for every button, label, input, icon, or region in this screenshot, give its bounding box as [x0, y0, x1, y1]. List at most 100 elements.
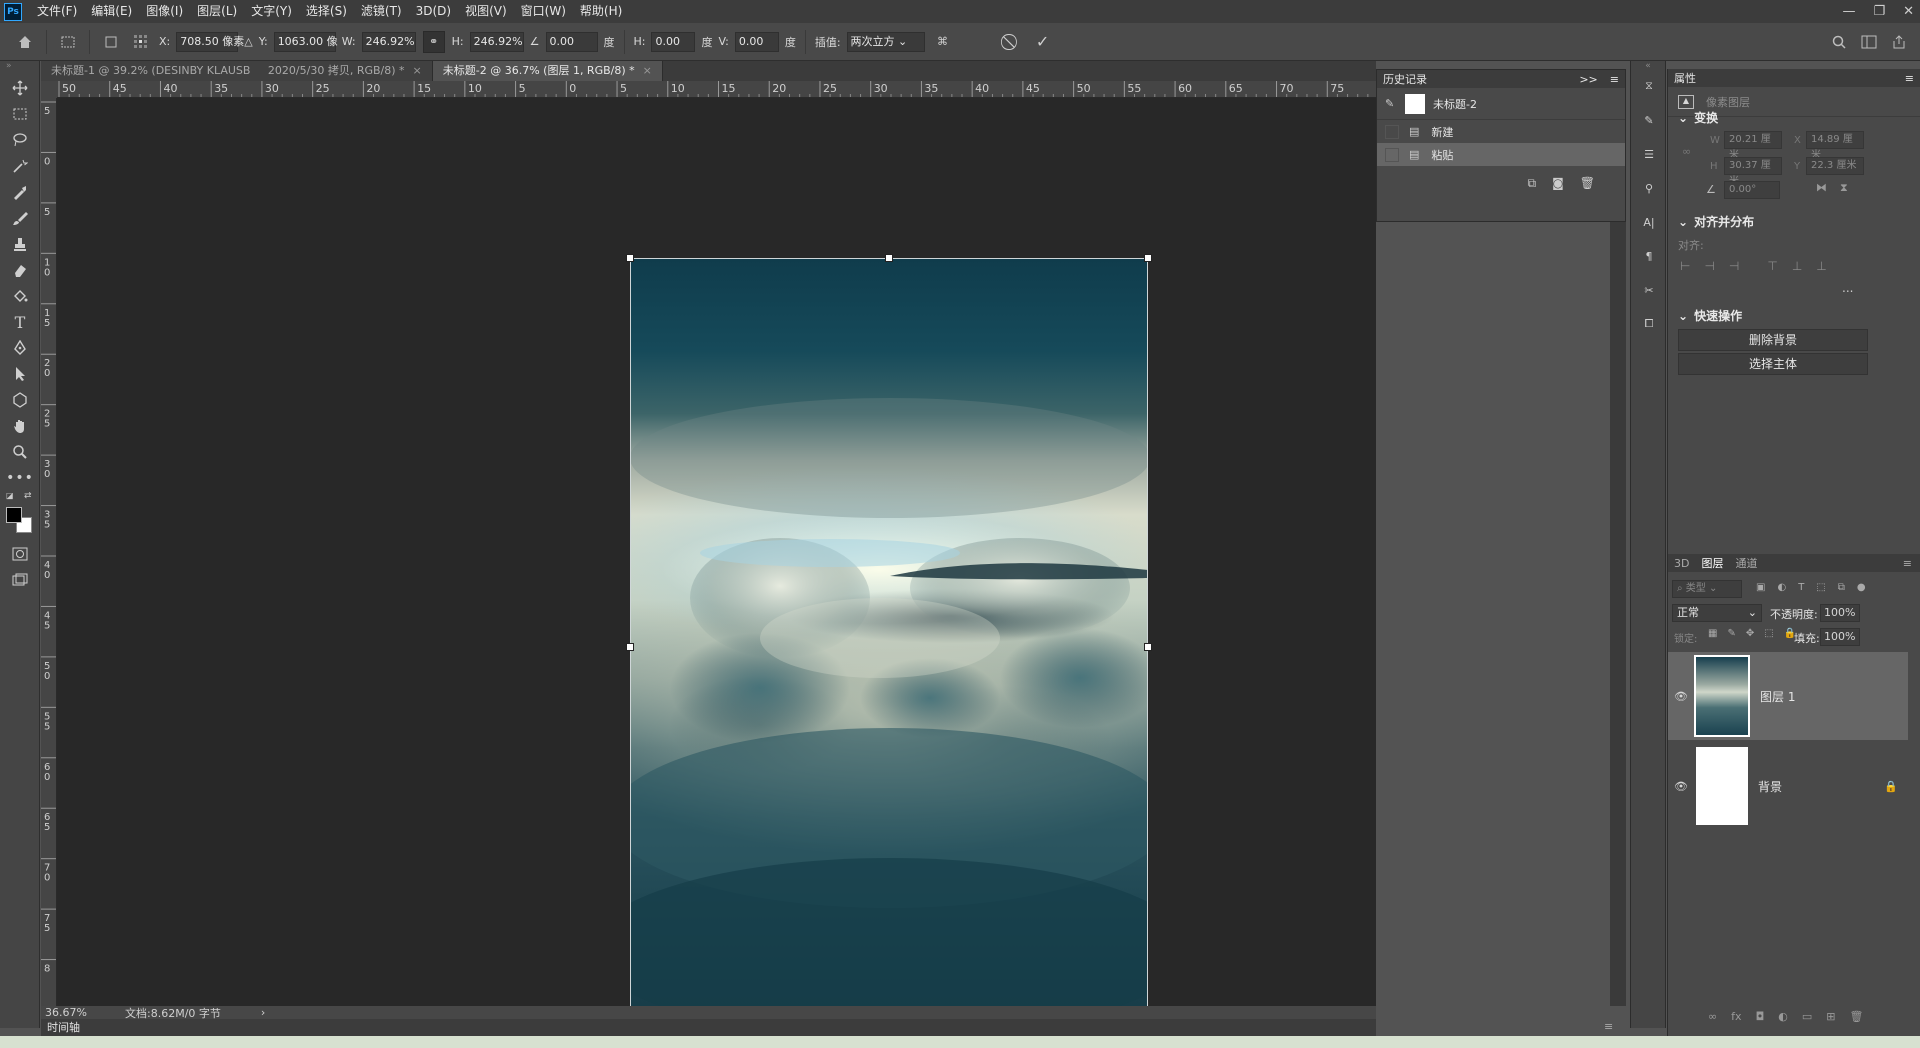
panel-menu-icon[interactable]: ≡ [1903, 557, 1912, 570]
zoom-tool-icon[interactable] [0, 439, 40, 465]
history-snapshot[interactable]: ✎ 未标题-2 [1377, 88, 1625, 120]
more-options-icon[interactable]: ... [1842, 281, 1853, 295]
warp-icon[interactable]: ⌘ [932, 31, 954, 53]
vertical-ruler[interactable]: 50510152025303540455055606570758 [41, 98, 57, 1006]
menu-3d[interactable]: 3D(D) [409, 0, 458, 23]
brush-tool-icon[interactable] [0, 205, 40, 231]
filter-pixel-icon[interactable]: ▣ [1756, 582, 1765, 593]
menu-image[interactable]: 图像(I) [139, 0, 190, 23]
ps-logo-icon[interactable]: Ps [4, 2, 22, 21]
trash-icon[interactable]: 🗑 [1850, 1010, 1864, 1023]
align-hcenter-icon[interactable]: ⊣ [1704, 259, 1714, 273]
collapse-toolbar-icon[interactable]: » [0, 61, 39, 75]
panel-menu-icon[interactable]: ≡ [1905, 72, 1914, 85]
close-icon[interactable]: ✕ [1903, 4, 1914, 19]
panel-menu-icon[interactable]: ≡ [1604, 1020, 1613, 1033]
status-arrow-icon[interactable]: › [261, 1006, 265, 1019]
vskew-field[interactable]: 0.00 [734, 31, 779, 52]
layer-name[interactable]: 背景 [1758, 778, 1884, 795]
link-icon[interactable]: ∞ [1682, 145, 1691, 158]
tab-document-1[interactable]: 未标题-1 @ 39.2% (DESINBY KLAUSB 2020/5/30 … [41, 61, 433, 81]
add-mask-icon[interactable]: ◘ [1756, 1010, 1765, 1023]
zoom-level[interactable]: 36.67% [45, 1006, 105, 1019]
menu-select[interactable]: 选择(S) [299, 0, 354, 23]
align-section[interactable]: ⌄ 对齐并分布 [1678, 213, 1754, 230]
lock-pixels-icon[interactable]: ✎ [1727, 628, 1735, 639]
history-title[interactable]: 历史记录 [1383, 71, 1427, 87]
link-layers-icon[interactable]: ∞ [1708, 1010, 1717, 1023]
history-panel-icon[interactable]: ⧖ [1631, 69, 1667, 103]
lock-position-icon[interactable]: ✥ [1746, 628, 1754, 639]
shape-tool-icon[interactable] [0, 387, 40, 413]
adjustment-layer-icon[interactable]: ◐ [1778, 1010, 1788, 1023]
menu-type[interactable]: 文字(Y) [244, 0, 299, 23]
close-tab-icon[interactable]: × [643, 64, 652, 77]
expand-icon[interactable]: >> [1579, 73, 1597, 86]
collapse-icon[interactable]: « [1631, 61, 1665, 71]
horizontal-ruler[interactable]: 50 45 40 35 30 25 20 15 10 5 0 5 10 15 20 25 30 35 40 45 50 5… [57, 81, 1376, 98]
quick-actions-section[interactable]: ⌄ 快速操作 [1678, 307, 1742, 324]
prop-angle-field[interactable]: 0.00° [1724, 181, 1780, 199]
properties-title[interactable]: 属性 [1674, 70, 1696, 86]
filter-adjustment-icon[interactable]: ◐ [1777, 582, 1786, 593]
cancel-transform-icon[interactable]: ⃠ [1002, 31, 1024, 53]
home-icon[interactable] [14, 31, 36, 53]
layer-row-layer1[interactable]: 👁 图层 1 [1668, 652, 1908, 740]
move-tool-icon[interactable] [0, 75, 40, 101]
transform-tool-icon[interactable] [57, 31, 79, 53]
canvas-area[interactable] [57, 98, 1376, 1040]
transform-handle-left[interactable] [626, 643, 634, 651]
visibility-eye-icon[interactable]: 👁 [1668, 690, 1694, 703]
clone-source-icon[interactable]: ⚲ [1631, 171, 1667, 205]
menu-edit[interactable]: 编辑(E) [84, 0, 139, 23]
prop-x-field[interactable]: 14.89 厘米 [1806, 131, 1864, 161]
foreground-color-swatch[interactable] [6, 507, 22, 523]
filter-type-icon[interactable]: T [1798, 582, 1804, 593]
prop-y-field[interactable]: 22.3 厘米 [1806, 157, 1864, 175]
align-left-icon[interactable]: ⊢ [1680, 259, 1690, 273]
restore-icon[interactable]: ❐ [1873, 4, 1885, 19]
history-item-new[interactable]: ▤ 新建 [1377, 120, 1625, 143]
adjustments-icon[interactable]: ☰ [1631, 137, 1667, 171]
transform-section[interactable]: ⌄ 变换 [1678, 109, 1718, 126]
quick-mask-icon[interactable] [0, 541, 40, 567]
transform-handle-right[interactable] [1144, 643, 1152, 651]
align-vcenter-icon[interactable]: ⊥ [1792, 259, 1802, 273]
layer-filter-select[interactable]: ⌕ 类型 ⌄ [1672, 580, 1742, 598]
default-colors-icon[interactable]: ◪ [6, 491, 14, 500]
filter-toggle-icon[interactable]: ● [1857, 582, 1866, 593]
magic-wand-tool-icon[interactable] [0, 153, 40, 179]
lock-icon[interactable]: 🔒 [1884, 780, 1898, 793]
height-field[interactable]: 246.92% [469, 31, 524, 52]
hand-tool-icon[interactable] [0, 413, 40, 439]
search-icon[interactable] [1828, 31, 1850, 53]
menu-filter[interactable]: 滤镜(T) [354, 0, 409, 23]
lock-transparent-icon[interactable]: ▦ [1708, 628, 1717, 639]
minimize-icon[interactable]: — [1842, 4, 1855, 19]
filter-smart-icon[interactable]: ⧉ [1838, 582, 1845, 593]
layer-row-background[interactable]: 👁 背景 🔒 [1668, 742, 1908, 830]
tab-layers[interactable]: 图层 [1701, 555, 1723, 571]
menu-window[interactable]: 窗口(W) [514, 0, 573, 23]
eyedropper-tool-icon[interactable] [0, 179, 40, 205]
new-document-from-state-icon[interactable]: ⧉ [1528, 176, 1537, 191]
tab-3d[interactable]: 3D [1674, 557, 1689, 570]
history-source-checkbox[interactable] [1385, 124, 1399, 139]
new-group-icon[interactable]: ▭ [1802, 1010, 1812, 1023]
paint-bucket-tool-icon[interactable] [0, 283, 40, 309]
pen-tool-icon[interactable] [0, 335, 40, 361]
trash-icon[interactable]: 🗑 [1580, 176, 1595, 191]
timeline-panel-tab[interactable]: 时间轴 [41, 1019, 1376, 1036]
opacity-field[interactable]: 100% [1820, 604, 1860, 622]
layer-name[interactable]: 图层 1 [1760, 688, 1795, 705]
transform-bounding-box[interactable] [626, 254, 1152, 1040]
angle-field[interactable]: 0.00 [545, 31, 598, 52]
transform-handle-top-left[interactable] [626, 254, 634, 262]
width-field[interactable]: 246.92% [361, 31, 416, 52]
x-field[interactable]: 708.50 像素 [176, 31, 244, 52]
lasso-tool-icon[interactable] [0, 127, 40, 153]
interpolation-select[interactable]: 两次立方 ⌄ [846, 31, 925, 52]
new-layer-icon[interactable]: ⊞ [1826, 1010, 1835, 1023]
align-top-icon[interactable]: ⊤ [1767, 259, 1777, 273]
eraser-tool-icon[interactable] [0, 257, 40, 283]
